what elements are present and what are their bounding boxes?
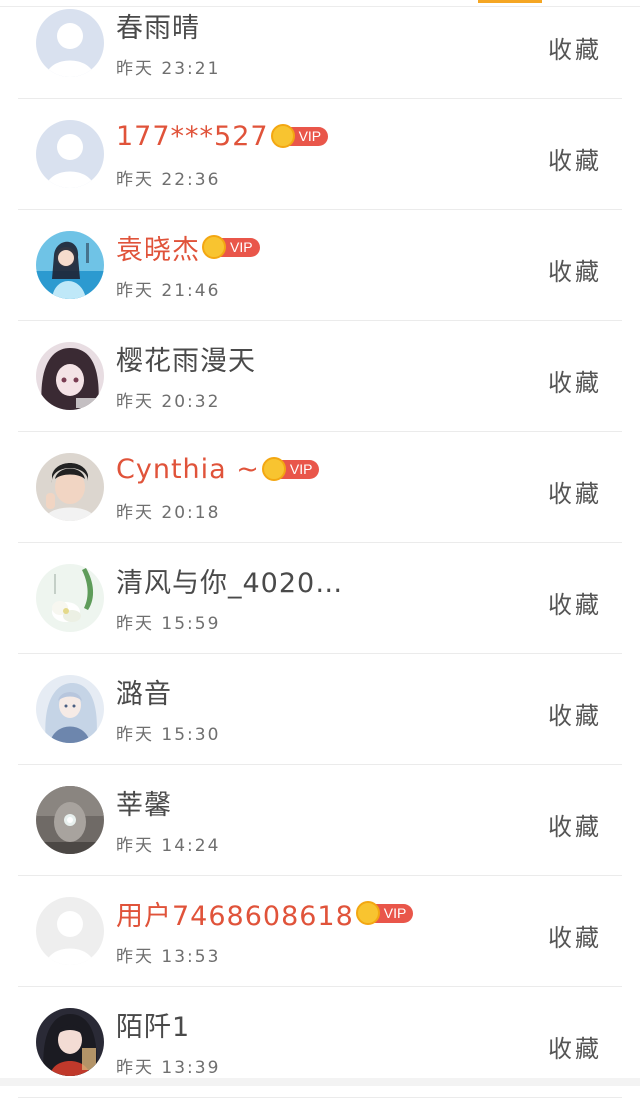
vip-badge: VIP: [261, 457, 320, 481]
name-line: 用户7468608618 VIP: [116, 894, 414, 933]
favorite-button[interactable]: 收藏: [548, 252, 602, 287]
vip-badge: VIP: [270, 124, 329, 148]
name-line: 陌阡1: [116, 1005, 190, 1044]
list-item[interactable]: 潞音昨天 15:30 收藏: [0, 654, 640, 765]
list-item[interactable]: 莘馨昨天 14:24 收藏: [0, 765, 640, 876]
crown-icon: [355, 901, 380, 925]
avatar[interactable]: [36, 675, 104, 743]
user-name[interactable]: 清风与你_4020…: [116, 561, 343, 600]
favorite-button[interactable]: 收藏: [548, 807, 602, 842]
list-item[interactable]: 清风与你_4020… 昨天 15:59 收藏: [0, 543, 640, 654]
list-item[interactable]: 用户7468608618 VIP 昨天 13:53 收藏: [0, 876, 640, 987]
name-line: 春雨晴: [116, 6, 200, 45]
timestamp: 昨天 21:46: [116, 281, 221, 301]
favorite-button[interactable]: 收藏: [548, 141, 602, 176]
name-line: 袁晓杰 VIP: [116, 228, 260, 267]
name-line: 潞音: [116, 672, 172, 711]
name-line: Cynthia ~ VIP: [116, 452, 320, 486]
favorite-button[interactable]: 收藏: [548, 1029, 602, 1064]
list-item[interactable]: 177***527 VIP 昨天 22:36 收藏: [0, 99, 640, 210]
avatar[interactable]: [36, 786, 104, 854]
crown-icon: [202, 235, 226, 259]
avatar[interactable]: [36, 342, 104, 410]
timestamp: 昨天 13:39: [116, 1058, 221, 1078]
timestamp: 昨天 20:18: [116, 503, 221, 523]
favorite-button[interactable]: 收藏: [548, 585, 602, 620]
avatar[interactable]: [36, 1008, 104, 1076]
list-item[interactable]: 袁晓杰 VIP 昨天 21:46 收藏: [0, 210, 640, 321]
favorite-button[interactable]: 收藏: [548, 696, 602, 731]
timestamp: 昨天 20:32: [116, 392, 221, 412]
user-name[interactable]: 陌阡1: [116, 1005, 190, 1044]
timestamp: 昨天 23:21: [116, 59, 221, 79]
name-line: 莘馨: [116, 783, 172, 822]
timestamp: 昨天 13:53: [116, 947, 221, 967]
vip-badge: VIP: [355, 901, 414, 925]
favorite-button[interactable]: 收藏: [548, 30, 602, 65]
vip-badge: VIP: [202, 235, 260, 259]
list-item[interactable]: 樱花雨漫天昨天 20:32 收藏: [0, 321, 640, 432]
user-name[interactable]: 用户7468608618: [116, 894, 354, 933]
user-name[interactable]: Cynthia ~: [116, 454, 260, 485]
user-name[interactable]: 樱花雨漫天: [116, 339, 256, 378]
avatar[interactable]: [36, 9, 104, 77]
user-name[interactable]: 莘馨: [116, 783, 172, 822]
timestamp: 昨天 14:24: [116, 836, 221, 856]
favorite-button[interactable]: 收藏: [548, 474, 602, 509]
user-name[interactable]: 春雨晴: [116, 6, 200, 45]
user-name[interactable]: 177***527: [116, 121, 269, 152]
list-item[interactable]: Cynthia ~ VIP 昨天 20:18 收藏: [0, 432, 640, 543]
name-line: 177***527 VIP: [116, 119, 329, 153]
favorite-button[interactable]: 收藏: [548, 918, 602, 953]
timestamp: 昨天 15:59: [116, 614, 221, 634]
name-line: 清风与你_4020…: [116, 561, 343, 600]
crown-icon: [261, 457, 286, 481]
timestamp: 昨天 22:36: [116, 170, 221, 190]
timestamp: 昨天 15:30: [116, 725, 221, 745]
avatar[interactable]: [36, 231, 104, 299]
avatar[interactable]: [36, 564, 104, 632]
bottom-strip: [0, 1078, 640, 1086]
user-name[interactable]: 潞音: [116, 672, 172, 711]
list-item[interactable]: 春雨晴昨天 23:21 收藏: [0, 0, 640, 99]
crown-icon: [270, 124, 295, 148]
avatar[interactable]: [36, 120, 104, 188]
avatar[interactable]: [36, 453, 104, 521]
favorite-button[interactable]: 收藏: [548, 363, 602, 398]
name-line: 樱花雨漫天: [116, 339, 256, 378]
avatar[interactable]: [36, 897, 104, 965]
user-name[interactable]: 袁晓杰: [116, 228, 200, 267]
